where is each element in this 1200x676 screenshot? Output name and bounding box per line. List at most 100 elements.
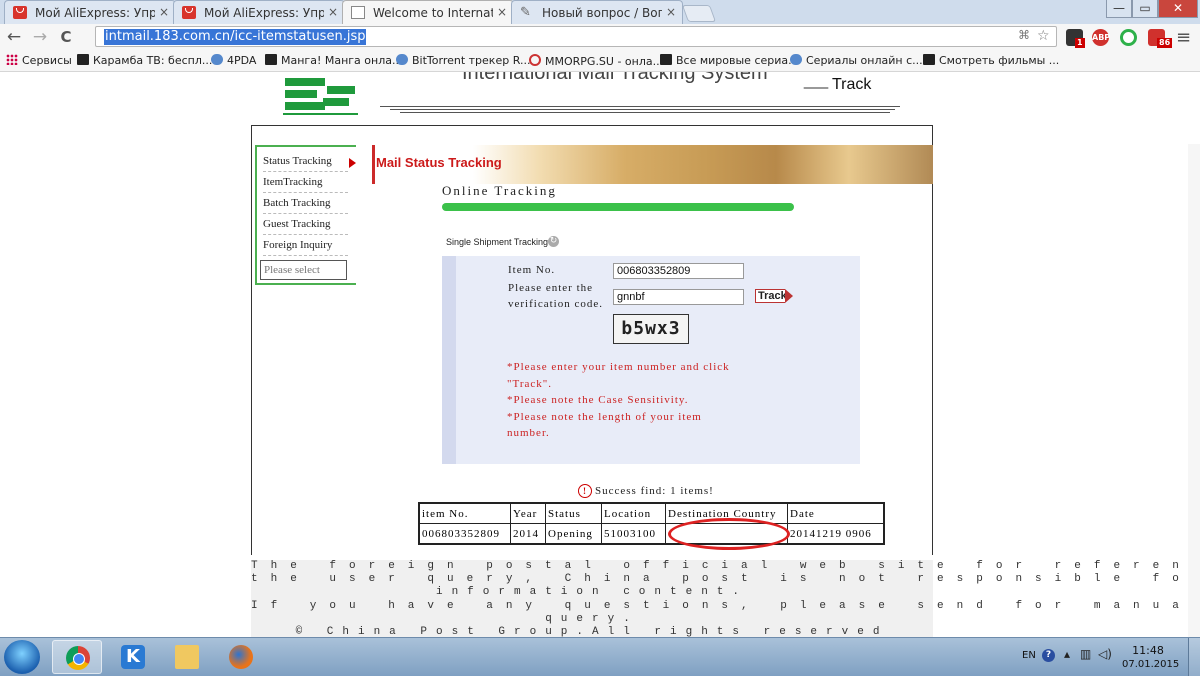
- taskbar-explorer[interactable]: [162, 640, 212, 674]
- show-desktop-button[interactable]: [1188, 638, 1200, 676]
- clock-date[interactable]: 07.01.2015: [1122, 659, 1179, 670]
- bookmark-mmorpg[interactable]: MMORPG.SU - онла...: [529, 54, 663, 68]
- bookmark-label: MMORPG.SU - онла...: [545, 55, 664, 68]
- bookmark-films[interactable]: Смотреть фильмы ...: [923, 54, 1059, 67]
- reload-button[interactable]: C: [56, 27, 76, 47]
- close-icon[interactable]: ×: [328, 5, 338, 19]
- bookmark-label: Сериалы онлайн с...: [806, 54, 923, 67]
- tab-international-mail[interactable]: Welcome to International ×: [342, 0, 514, 25]
- taskbar-k-app[interactable]: K: [108, 640, 158, 674]
- extension-icon[interactable]: 1: [1066, 29, 1085, 48]
- footer-copyright: © China Post Group.All rights reserved: [295, 626, 889, 637]
- clock-time[interactable]: 11:48: [1128, 644, 1168, 657]
- sidebar-item-item-tracking[interactable]: ItemTracking: [263, 172, 348, 193]
- column-header: Year: [510, 502, 546, 524]
- taskbar: K EN ? ▴ ▥ ◁) 11:48 07.01.2015: [0, 637, 1200, 676]
- alert-icon: !: [578, 484, 592, 498]
- verification-code-input[interactable]: gnnbf: [613, 289, 744, 305]
- taskbar-chrome[interactable]: [52, 640, 102, 674]
- bookmark-serials[interactable]: Все мировые сериа...: [660, 54, 799, 67]
- network-icon[interactable]: ▥: [1080, 647, 1091, 661]
- plane-icon: [790, 54, 802, 65]
- footer-line: The foreign postal official web site for…: [251, 560, 1200, 572]
- film-icon: [923, 54, 935, 65]
- active-arrow-icon: [349, 158, 356, 168]
- chrome-icon: [66, 646, 90, 670]
- footer-line: information content.: [435, 586, 749, 599]
- star-icon[interactable]: ☆: [1037, 28, 1050, 44]
- captcha-image[interactable]: b5wx3: [613, 314, 689, 344]
- track-button[interactable]: Track: [755, 289, 793, 303]
- bookmark-karamba[interactable]: Карамба ТВ: беспл...: [77, 54, 212, 67]
- single-shipment-label[interactable]: Single Shipment Tracking: [446, 237, 548, 247]
- back-button[interactable]: ←: [4, 27, 24, 47]
- bookmark-label: Сервисы: [22, 54, 72, 67]
- volume-icon[interactable]: ◁): [1098, 647, 1112, 661]
- address-bar[interactable]: intmail.183.com.cn/icc-itemstatusen.jsp …: [95, 26, 1057, 47]
- table-cell: 006803352809: [418, 523, 511, 545]
- bookmark-manga[interactable]: Манга! Манга онла...: [265, 54, 402, 67]
- tab-new-question[interactable]: ✎ Новый вопрос / Вопрос ×: [511, 0, 683, 24]
- tab-title: Welcome to International: [373, 6, 493, 20]
- title-track: Track: [832, 76, 872, 93]
- tab-title: Новый вопрос / Вопрос: [542, 6, 662, 20]
- sidebar-item-guest-tracking[interactable]: Guest Tracking: [263, 214, 348, 235]
- help-icon[interactable]: ?: [1042, 649, 1055, 662]
- sidebar-item-foreign-inquiry[interactable]: Foreign Inquiry: [263, 235, 348, 256]
- footer-line: If you have any questions, please send f…: [251, 599, 1200, 612]
- folder-icon: [175, 645, 199, 669]
- minimize-button[interactable]: —: [1106, 0, 1132, 18]
- results-table: item No. Year Status Location Destinatio…: [418, 502, 885, 545]
- item-number-label: Item No.: [508, 264, 556, 276]
- bookmark-serials-online[interactable]: Сериалы онлайн с...: [790, 54, 923, 67]
- red-ellipse-annotation: [668, 518, 790, 550]
- banner-title: Mail Status Tracking: [376, 155, 502, 170]
- bookmark-bittorrent[interactable]: BitTorrent трекер R...: [396, 54, 530, 67]
- tray-arrow-icon[interactable]: ▴: [1064, 647, 1070, 661]
- bookmark-label: Смотреть фильмы ...: [939, 54, 1060, 67]
- forward-button[interactable]: →: [30, 27, 50, 47]
- column-header: item No.: [418, 502, 511, 524]
- extension-badge: 86: [1157, 38, 1173, 48]
- column-header: Status: [545, 502, 602, 524]
- close-icon[interactable]: ×: [159, 5, 169, 19]
- ems-logo: [283, 78, 358, 115]
- close-icon[interactable]: ×: [666, 5, 676, 19]
- success-message: ! Success find: 1 items!: [578, 484, 714, 498]
- tab-title: Мой AliExpress: Управлят: [204, 6, 324, 20]
- green-circle-icon[interactable]: [1120, 29, 1137, 46]
- close-icon[interactable]: ×: [497, 5, 507, 19]
- extension-red-icon[interactable]: 86: [1148, 29, 1173, 48]
- bookmark-apps[interactable]: Сервисы: [6, 54, 72, 67]
- firefox-icon: [229, 645, 253, 669]
- browser-toolbar: ← → C intmail.183.com.cn/icc-itemstatuse…: [0, 24, 1200, 52]
- item-number-input[interactable]: 006803352809: [613, 263, 744, 279]
- new-tab-button[interactable]: [681, 5, 717, 22]
- tab-title: Мой AliExpress: Управлят: [35, 6, 155, 20]
- maximize-button[interactable]: ▭: [1132, 0, 1158, 18]
- close-window-button[interactable]: ✕: [1158, 0, 1198, 18]
- taskbar-firefox[interactable]: [216, 640, 266, 674]
- bookmark-4pda[interactable]: 4PDA: [211, 54, 256, 67]
- language-indicator[interactable]: EN: [1022, 650, 1036, 661]
- menu-icon[interactable]: ≡: [1176, 27, 1191, 48]
- adblock-plus-icon[interactable]: ABP: [1092, 29, 1110, 46]
- tab-aliexpress-1[interactable]: Мой AliExpress: Управлят ×: [4, 0, 176, 24]
- form-notes: *Please enter your item number and click…: [507, 359, 747, 442]
- sidebar-item-status-tracking[interactable]: Status Tracking: [263, 151, 348, 172]
- extension-badge: 1: [1075, 38, 1085, 48]
- start-button[interactable]: [4, 640, 40, 674]
- url-text[interactable]: intmail.183.com.cn/icc-itemstatusen.jsp: [104, 29, 367, 45]
- aliexpress-icon: [182, 6, 196, 19]
- tab-aliexpress-2[interactable]: Мой AliExpress: Управлят ×: [173, 0, 345, 24]
- sidebar-select[interactable]: Please select: [260, 260, 347, 280]
- bookmark-label: Манга! Манга онла...: [281, 54, 403, 67]
- note-line: *Please note the Case Sensitivity.: [507, 394, 689, 407]
- refresh-icon[interactable]: ↻: [548, 236, 559, 247]
- sidebar-item-batch-tracking[interactable]: Batch Tracking: [263, 193, 348, 214]
- page-footer: The foreign postal official web site for…: [251, 560, 1200, 637]
- mmorpg-icon: [529, 54, 541, 66]
- tab-strip: Мой AliExpress: Управлят × Мой AliExpres…: [0, 0, 1200, 25]
- page-scrollbar[interactable]: [1188, 144, 1200, 637]
- translate-icon[interactable]: ⌘: [1018, 28, 1030, 42]
